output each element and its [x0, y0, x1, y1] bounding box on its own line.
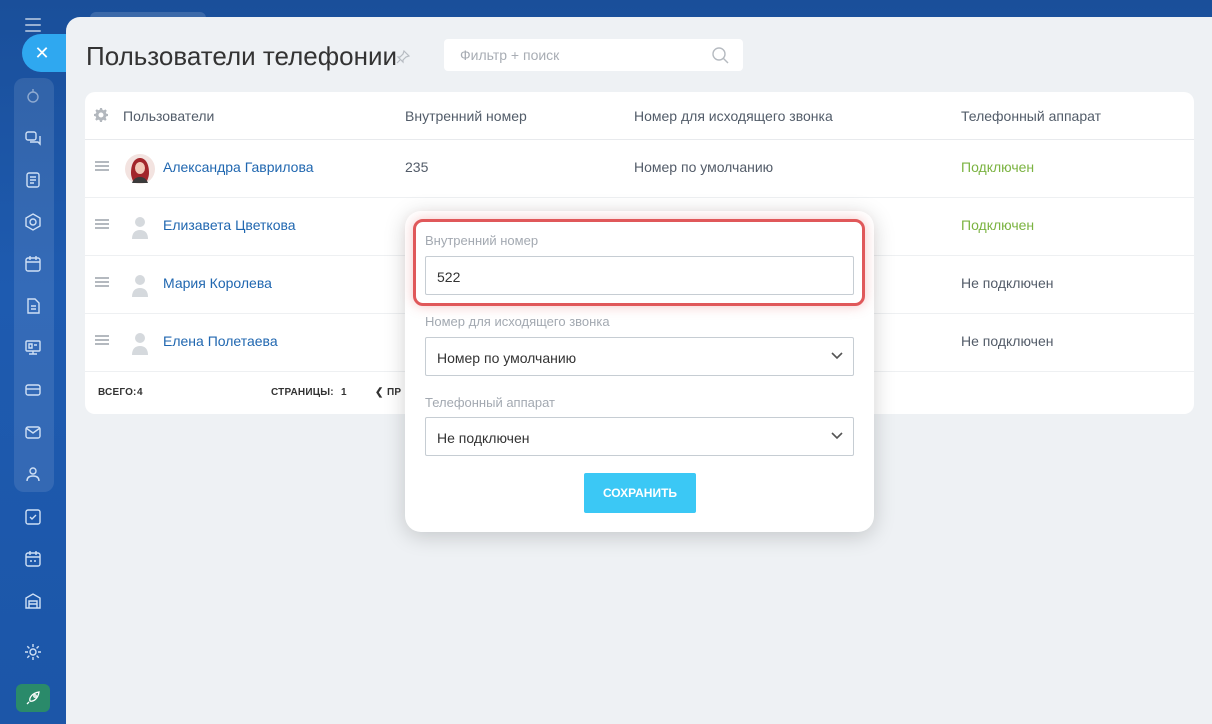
chevron-left-icon[interactable]: ❮ — [375, 387, 384, 398]
device-select-value: Не подключен — [437, 430, 530, 446]
col-device[interactable]: Телефонный аппарат — [961, 108, 1101, 124]
card-icon[interactable] — [22, 379, 44, 401]
chevron-down-icon — [831, 432, 843, 440]
search-input[interactable]: Фильтр + поиск — [444, 39, 743, 71]
chevron-down-icon — [831, 352, 843, 360]
device-status: Подключен — [961, 217, 1035, 233]
feed-icon[interactable] — [22, 169, 44, 191]
pages-label: СТРАНИЦЫ: — [271, 387, 334, 398]
save-button[interactable]: СОХРАНИТЬ — [584, 473, 696, 513]
search-icon[interactable] — [711, 46, 729, 64]
drag-handle-icon[interactable] — [95, 219, 109, 229]
user-name-link[interactable]: Александра Гаврилова — [163, 159, 314, 175]
chat-icon[interactable] — [22, 127, 44, 149]
total-label: ВСЕГО: — [98, 387, 137, 398]
shield-icon[interactable] — [22, 211, 44, 233]
task-icon[interactable] — [22, 506, 44, 528]
device-status: Не подключен — [961, 275, 1054, 291]
outgoing-label: Номер для исходящего звонка — [425, 314, 610, 329]
user-name-link[interactable]: Мария Королева — [163, 275, 272, 291]
board-icon[interactable] — [22, 337, 44, 359]
left-rail: ✕ — [0, 0, 66, 724]
col-users[interactable]: Пользователи — [123, 108, 214, 124]
extension-input[interactable]: 522 — [425, 256, 854, 295]
robot-icon[interactable] — [22, 85, 44, 107]
store-icon[interactable] — [22, 590, 44, 612]
rocket-icon[interactable] — [16, 684, 50, 712]
device-status: Подключен — [961, 159, 1035, 175]
calendar-icon[interactable] — [22, 253, 44, 275]
search-placeholder: Фильтр + поиск — [460, 47, 560, 63]
gear-icon[interactable] — [22, 641, 44, 663]
mail-icon[interactable] — [22, 421, 44, 443]
avatar-placeholder-icon — [132, 333, 148, 355]
settings-gear-icon[interactable] — [94, 108, 108, 122]
user-name-link[interactable]: Елена Полетаева — [163, 333, 278, 349]
document-icon[interactable] — [22, 295, 44, 317]
table-header: Пользователи Внутренний номер Номер для … — [85, 92, 1194, 140]
schedule-icon[interactable] — [22, 548, 44, 570]
pages-value[interactable]: 1 — [341, 387, 347, 398]
device-label: Телефонный аппарат — [425, 395, 555, 410]
extension-label: Внутренний номер — [425, 233, 539, 248]
prev-page-link[interactable]: ПР — [387, 387, 401, 398]
avatar-placeholder-icon — [132, 217, 148, 239]
user-name-link[interactable]: Елизавета Цветкова — [163, 217, 296, 233]
table-row[interactable]: Александра Гаврилова 235 Номер по умолча… — [85, 140, 1194, 198]
people-icon[interactable] — [22, 463, 44, 485]
col-outgoing[interactable]: Номер для исходящего звонка — [634, 108, 833, 124]
outgoing-select-value: Номер по умолчанию — [437, 350, 577, 366]
outgoing-select[interactable]: Номер по умолчанию — [425, 337, 854, 376]
device-select[interactable]: Не подключен — [425, 417, 854, 456]
avatar-placeholder-icon — [132, 275, 148, 297]
menu-icon[interactable] — [25, 18, 41, 32]
drag-handle-icon[interactable] — [95, 277, 109, 287]
avatar — [125, 154, 155, 184]
drag-handle-icon[interactable] — [95, 335, 109, 345]
outgoing-cell: Номер по умолчанию — [634, 159, 774, 175]
extension-cell: 235 — [405, 159, 429, 175]
total-value: 4 — [137, 387, 143, 398]
pin-icon[interactable] — [396, 50, 410, 64]
edit-user-popup: Внутренний номер 522 Номер для исходящег… — [405, 211, 874, 532]
col-extension[interactable]: Внутренний номер — [405, 108, 527, 124]
device-status: Не подключен — [961, 333, 1054, 349]
drag-handle-icon[interactable] — [95, 161, 109, 171]
close-icon[interactable]: ✕ — [22, 34, 66, 72]
page-title: Пользователи телефонии — [86, 41, 398, 71]
